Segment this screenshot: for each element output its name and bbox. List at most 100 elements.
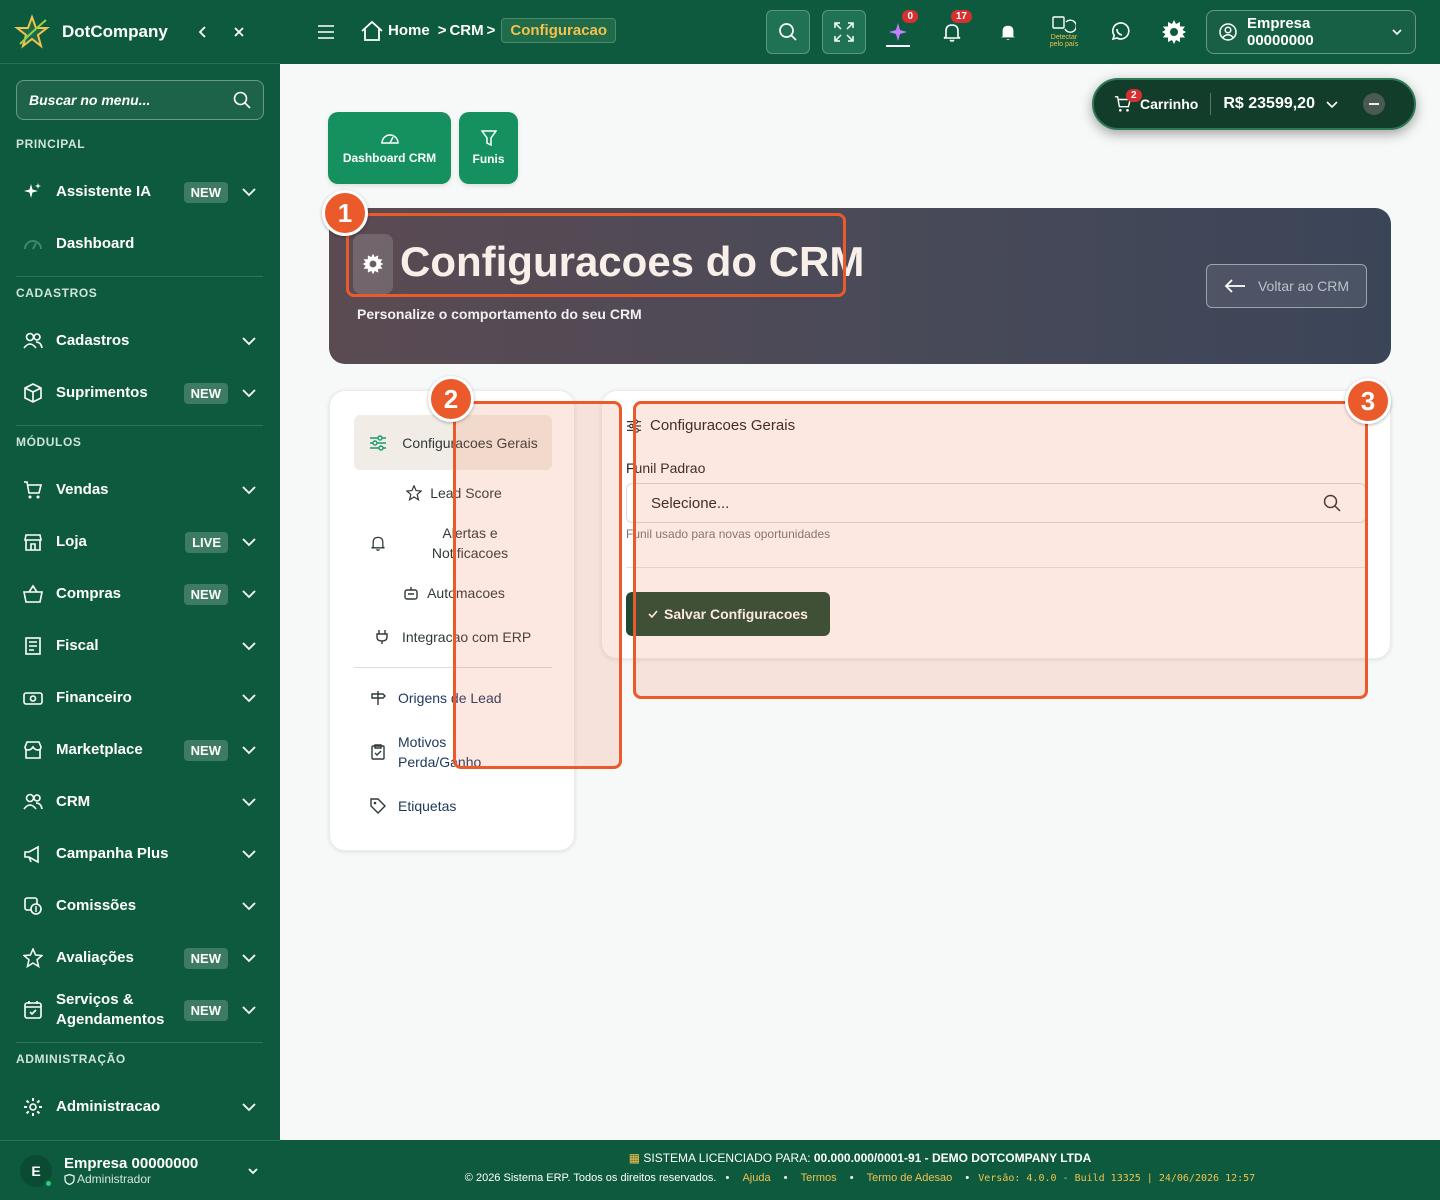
home-icon[interactable] xyxy=(360,19,384,43)
sidebar-item-campanha-plus[interactable]: Campanha Plus xyxy=(16,834,264,874)
global-search-button[interactable] xyxy=(766,10,810,54)
sidebar-item-label: Compras xyxy=(56,585,122,602)
new-badge: NEW xyxy=(183,583,228,605)
cart-total: R$ 23599,20 xyxy=(1223,95,1315,112)
collapse-sidebar-button[interactable] xyxy=(190,19,216,45)
fullscreen-button[interactable] xyxy=(822,10,866,54)
star-outline-icon xyxy=(404,483,424,503)
whatsapp-button[interactable] xyxy=(1100,12,1140,52)
sidebar-header: DotCompany xyxy=(0,0,280,64)
sidebar-item-cadastros[interactable]: Cadastros xyxy=(16,321,264,361)
breadcrumb-home[interactable]: Home xyxy=(388,22,430,39)
alerts-button[interactable] xyxy=(988,12,1028,52)
section-administracao: ADMINISTRAÇÃO xyxy=(16,1052,126,1066)
company-name: Empresa 00000000 xyxy=(1247,15,1314,49)
dot-separator: • xyxy=(849,1172,854,1184)
terms-link[interactable]: Termos xyxy=(801,1172,837,1184)
chevron-down-icon xyxy=(242,642,256,651)
chevron-down-icon[interactable] xyxy=(1325,97,1339,111)
sidebar-item-financeiro[interactable]: Financeiro xyxy=(16,678,264,718)
clipboard-icon xyxy=(368,742,388,762)
gear-icon xyxy=(1162,20,1186,44)
calendar-check-icon xyxy=(22,999,44,1021)
cart-count-badge: 2 xyxy=(1126,89,1142,102)
annotation-box-3 xyxy=(633,401,1368,699)
sidebar-item-marketplace[interactable]: Marketplace NEW xyxy=(16,730,264,770)
annotation-marker-1: 1 xyxy=(322,190,368,236)
cart-icon xyxy=(22,479,44,501)
license-prefix: SISTEMA LICENCIADO PARA: xyxy=(643,1151,811,1165)
sidebar-item-servicos-agendamentos[interactable]: Serviços & Agendamentos NEW xyxy=(16,990,264,1030)
adhesion-terms-link[interactable]: Termo de Adesao xyxy=(867,1172,953,1184)
sidebar-item-dashboard[interactable]: Dashboard xyxy=(16,224,264,264)
chevron-down-icon xyxy=(242,538,256,547)
tab-etiquetas[interactable]: Etiquetas xyxy=(354,794,552,818)
money-icon xyxy=(22,687,44,709)
sidebar-item-fiscal[interactable]: Fiscal xyxy=(16,626,264,666)
sidebar-item-suprimentos[interactable]: Suprimentos NEW xyxy=(16,373,264,413)
version-info: Versão: 4.0.0 - Build 13325 | 24/06/2026… xyxy=(978,1173,1256,1184)
gauge-icon xyxy=(380,134,399,144)
cart-widget[interactable]: 2 Carrinho R$ 23599,20 xyxy=(1092,78,1416,130)
sidebar-item-assistente-ia[interactable]: Assistente IA NEW xyxy=(16,172,264,212)
dot-separator: • xyxy=(965,1172,970,1184)
bell-icon xyxy=(368,533,388,553)
sidebar-item-label: Comissões xyxy=(56,897,137,914)
coins-icon xyxy=(22,895,44,917)
annotation-marker-2: 2 xyxy=(428,376,474,422)
cart-label: Carrinho xyxy=(1140,96,1199,112)
help-link[interactable]: Ajuda xyxy=(742,1172,770,1184)
user-profile[interactable]: E Empresa 00000000 Administrador xyxy=(0,1140,280,1200)
country-detect-button[interactable]: Detectar pelo país xyxy=(1044,12,1084,52)
top-bar: Home > CRM > Configuracao 0 17 Detectar … xyxy=(280,0,1440,64)
live-badge: LIVE xyxy=(185,531,228,553)
notifications-button[interactable]: 17 xyxy=(932,10,972,52)
plug-icon xyxy=(372,627,392,647)
chevron-down-icon xyxy=(242,954,256,963)
search-icon[interactable] xyxy=(233,91,251,109)
tab-label: Etiquetas xyxy=(398,798,457,814)
chevron-down-icon xyxy=(242,486,256,495)
breadcrumb-separator: > xyxy=(437,22,447,39)
close-sidebar-button[interactable] xyxy=(226,19,252,45)
divider xyxy=(16,1042,263,1043)
breadcrumb-crm[interactable]: CRM xyxy=(449,22,483,39)
sidebar-item-crm[interactable]: CRM xyxy=(16,782,264,822)
sidebar-item-vendas[interactable]: Vendas xyxy=(16,470,264,510)
menu-toggle-button[interactable] xyxy=(306,12,346,52)
sidebar-item-avaliacoes[interactable]: Avaliações NEW xyxy=(16,938,264,978)
new-badge: NEW xyxy=(183,181,228,203)
sidebar-item-administracao[interactable]: Administracao xyxy=(16,1087,264,1127)
annotation-box-2 xyxy=(453,401,622,769)
sidebar-item-comissoes[interactable]: Comissões xyxy=(16,886,264,926)
user-name: Empresa 00000000 xyxy=(64,1155,199,1172)
menu-search-box xyxy=(16,80,264,120)
funis-button[interactable]: Funis xyxy=(459,112,518,184)
minimize-cart-button[interactable] xyxy=(1362,93,1385,115)
breadcrumb-separator: > xyxy=(486,22,496,39)
sidebar-item-loja[interactable]: Loja LIVE xyxy=(16,522,264,562)
chevron-left-icon xyxy=(198,25,206,38)
chevron-down-icon xyxy=(242,746,256,755)
button-label: Funis xyxy=(472,152,505,166)
company-selector[interactable]: Empresa 00000000 xyxy=(1206,10,1416,54)
sidebar-item-label: Assistente IA xyxy=(56,183,152,200)
sidebar-item-compras[interactable]: Compras NEW xyxy=(16,574,264,614)
license-value: 00.000.000/0001-91 - DEMO DOTCOMPANY LTD… xyxy=(813,1151,1092,1165)
menu-search-input[interactable] xyxy=(29,92,233,108)
user-circle-icon xyxy=(1219,23,1237,41)
sidebar-item-label: Dashboard xyxy=(56,235,135,252)
chevron-down-icon xyxy=(242,798,256,807)
sidebar-item-label: Marketplace xyxy=(56,741,143,758)
chevron-down-icon xyxy=(242,389,256,398)
button-label: Dashboard CRM xyxy=(342,151,437,165)
ai-assistant-button[interactable]: 0 xyxy=(878,10,918,52)
divider xyxy=(16,425,263,426)
chevron-down-icon xyxy=(242,850,256,859)
settings-button[interactable] xyxy=(1154,12,1194,52)
dashboard-crm-button[interactable]: Dashboard CRM xyxy=(328,112,451,184)
new-badge: NEW xyxy=(183,739,228,761)
breadcrumb: Home > CRM > Configuracao xyxy=(360,18,617,43)
sidebar-item-label: Campanha Plus xyxy=(56,845,169,862)
back-to-crm-button[interactable]: Voltar ao CRM xyxy=(1206,264,1367,308)
